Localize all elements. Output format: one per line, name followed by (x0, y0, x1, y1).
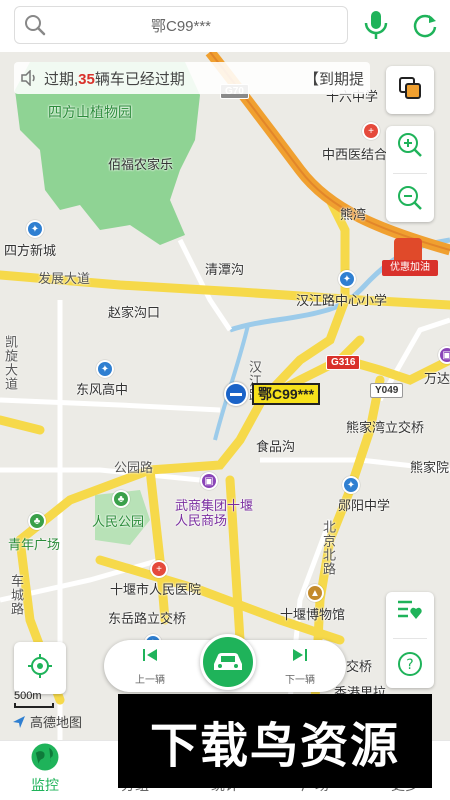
map-label-hanjiang-school: 汉江路中心小学 (296, 293, 388, 308)
svg-text:?: ? (406, 657, 413, 673)
globe-icon (31, 743, 59, 771)
next-vehicle-label: 下一辆 (285, 675, 315, 686)
watermark-text: 下载鸟资源 (149, 718, 400, 774)
layers-icon (396, 74, 424, 107)
prev-vehicle-label: 上一辆 (135, 675, 165, 686)
museum-poi-icon[interactable]: ▲ (306, 584, 324, 602)
locate-button[interactable] (14, 642, 66, 694)
map-scale: 500m (14, 690, 54, 708)
zoom-in-icon[interactable] (395, 130, 425, 165)
amap-arrow-icon (13, 715, 25, 728)
car-icon (214, 653, 242, 670)
amap-logo: 高德地图 (12, 712, 82, 731)
hospital-poi-icon[interactable]: + (150, 560, 168, 578)
map-label-people-park: 人民公园 (92, 514, 145, 529)
scale-bar (14, 703, 54, 708)
map-label-yunyang: 郧阳中学 (338, 498, 391, 513)
map-label-botanical: 四方山植物园 (48, 104, 132, 120)
map-label-beijing-road: 北京北路 (321, 520, 336, 576)
school-poi-icon[interactable]: ✦ (26, 220, 44, 238)
y049-shield: Y049 (370, 383, 404, 398)
gas-promo-marker[interactable]: 优惠加油 (382, 238, 438, 284)
notice-text: 过期,35辆车已经过期 (44, 70, 185, 88)
search-query-text[interactable]: 鄂C99*** (55, 15, 307, 36)
zoom-out-icon[interactable] (395, 183, 425, 218)
notice-right-text: 【到期提 (303, 70, 364, 88)
school-poi-icon[interactable]: ✦ (338, 270, 356, 288)
map-label-jiaoqiao: 交桥 (346, 659, 373, 674)
search-field[interactable]: 鄂C99*** (14, 6, 348, 44)
prev-arrow-icon (143, 649, 157, 661)
map-label-gongyuan: 公园路 (114, 460, 154, 475)
hospital-poi-icon[interactable]: + (362, 122, 380, 140)
map-label-sifang: 四方新城 (4, 243, 57, 258)
map-label-dongfeng: 东风高中 (76, 382, 129, 397)
layers-button[interactable] (386, 66, 434, 114)
map-label-wushang: 武商集团十堰人民商场 (175, 498, 254, 528)
zoom-divider (393, 173, 427, 175)
tab-monitor[interactable]: 监控 (0, 741, 90, 800)
side-tools: ? (386, 592, 434, 688)
next-vehicle-button[interactable]: 下一辆 (272, 648, 328, 686)
map-label-museum: 十堰博物馆 (280, 607, 346, 622)
locate-icon (27, 653, 53, 684)
prev-vehicle-button[interactable]: 上一辆 (122, 648, 178, 686)
next-arrow-icon (293, 649, 307, 661)
shopping-poi-icon[interactable]: ▣ (200, 472, 218, 490)
school-poi-icon[interactable]: ✦ (96, 360, 114, 378)
search-icon[interactable] (15, 13, 55, 37)
park-poi-icon[interactable]: ♣ (28, 512, 46, 530)
map-view[interactable]: G70 G316 Y049 四方山植物园 佰福农家乐 四方新城 发展大道 清潭沟… (0, 0, 450, 740)
map-label-xiongjiayuan: 熊家院 (410, 460, 450, 475)
mic-icon[interactable] (360, 8, 392, 42)
vehicle-marker[interactable]: 鄂C99*** (224, 382, 321, 406)
amap-logo-text: 高德地图 (30, 715, 83, 730)
car-list-icon[interactable] (396, 597, 424, 628)
speaker-icon (14, 70, 44, 86)
tab-monitor-label: 监控 (31, 777, 59, 793)
map-label-farm: 佰福农家乐 (108, 157, 174, 172)
top-bar: 鄂C99*** (0, 0, 450, 52)
gas-station-icon (394, 238, 422, 260)
map-label-zhaojia: 赵家沟口 (108, 305, 161, 320)
map-label-kaixuan: 凯旋大道 (3, 335, 18, 391)
shopping-poi-icon[interactable]: ▣ (438, 346, 450, 364)
map-label-xiangjia: 熊湾 (340, 207, 367, 222)
watermark-banner: 下载鸟资源 (118, 694, 432, 788)
map-label-hospital: 十堰市人民医院 (110, 582, 202, 597)
map-label-dongyue: 东岳路立交桥 (108, 611, 187, 626)
map-label-wanda: 万达 (424, 371, 450, 386)
tools-divider (393, 638, 427, 640)
map-label-checheng-road: 车城路 (9, 574, 24, 616)
map-label-fazhan: 发展大道 (38, 271, 91, 286)
zoom-control (386, 126, 434, 222)
scale-label: 500m (14, 690, 42, 702)
park-poi-icon[interactable]: ♣ (112, 490, 130, 508)
map-label-qingtan: 清潭沟 (205, 262, 245, 277)
help-icon[interactable]: ? (396, 650, 424, 683)
map-label-shipinggou: 食品沟 (256, 439, 296, 454)
map-label-chinese-hospital: 中西医结合 (322, 147, 388, 162)
expired-count: 35 (78, 70, 95, 88)
expiry-notice-bar[interactable]: 过期,35辆车已经过期 【到期提 (14, 62, 370, 94)
school-poi-icon[interactable]: ✦ (342, 476, 360, 494)
gas-promo-label: 优惠加油 (382, 260, 438, 276)
vehicle-switcher: 上一辆 下一辆 (104, 634, 346, 692)
vehicle-dot-icon (224, 382, 248, 406)
refresh-icon[interactable] (408, 8, 442, 42)
map-label-youth-square: 青年广场 (8, 537, 61, 552)
vehicle-plate-label: 鄂C99*** (252, 383, 321, 405)
g316-shield: G316 (326, 355, 361, 370)
map-label-xiongjiawan: 熊家湾立交桥 (346, 420, 425, 435)
current-vehicle-button[interactable] (200, 634, 256, 690)
